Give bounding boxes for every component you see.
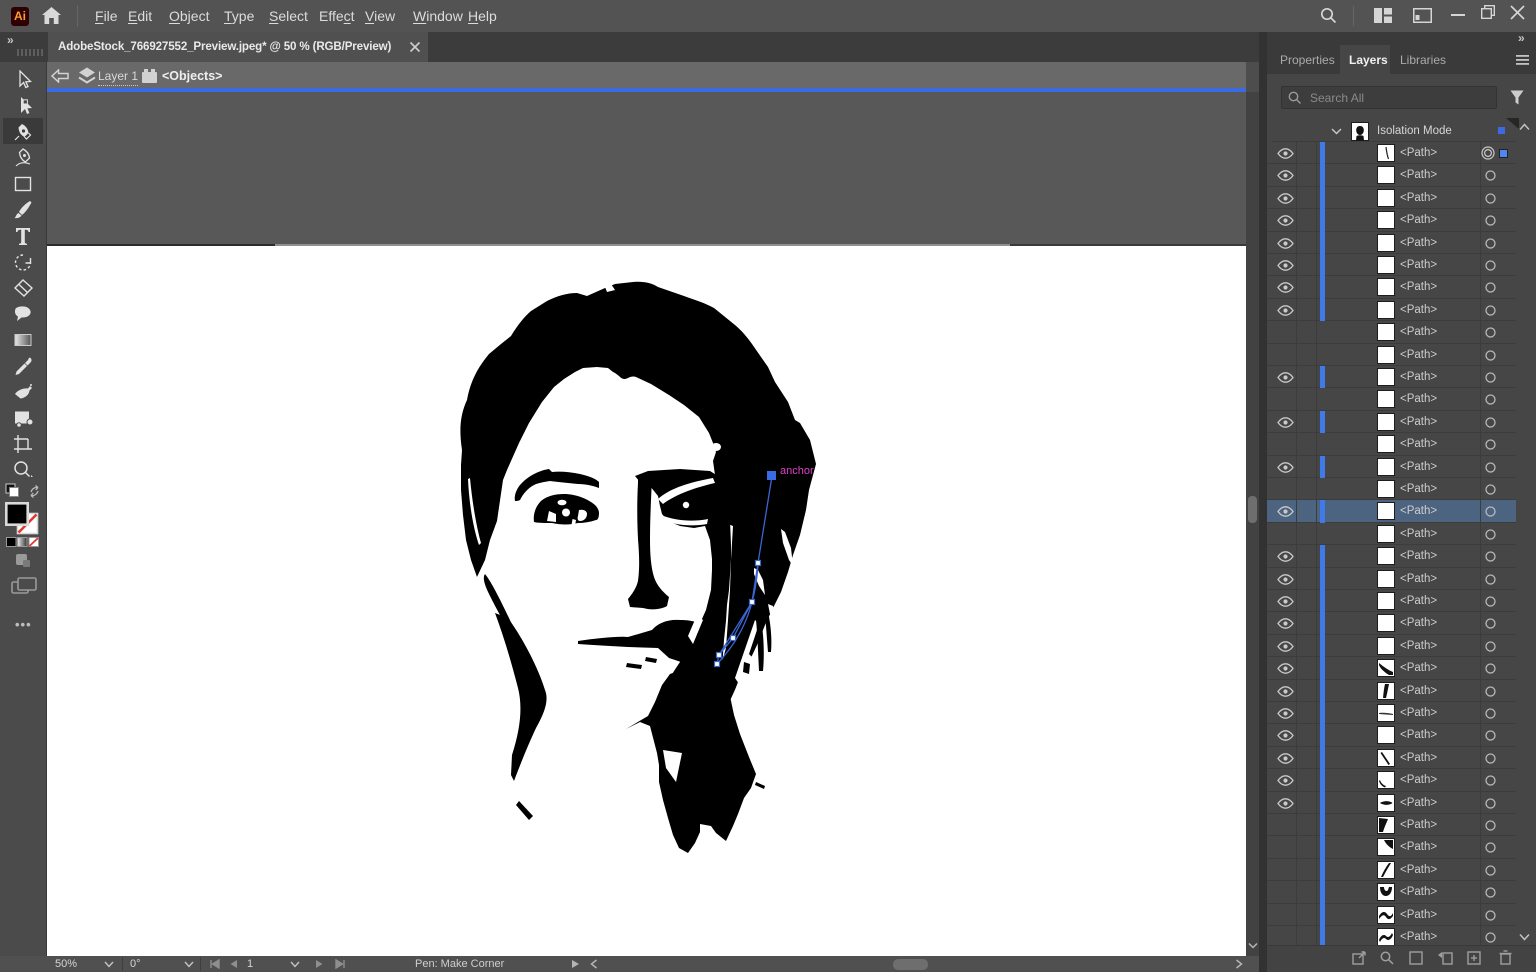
svg-text:anchor: anchor bbox=[780, 465, 814, 477]
